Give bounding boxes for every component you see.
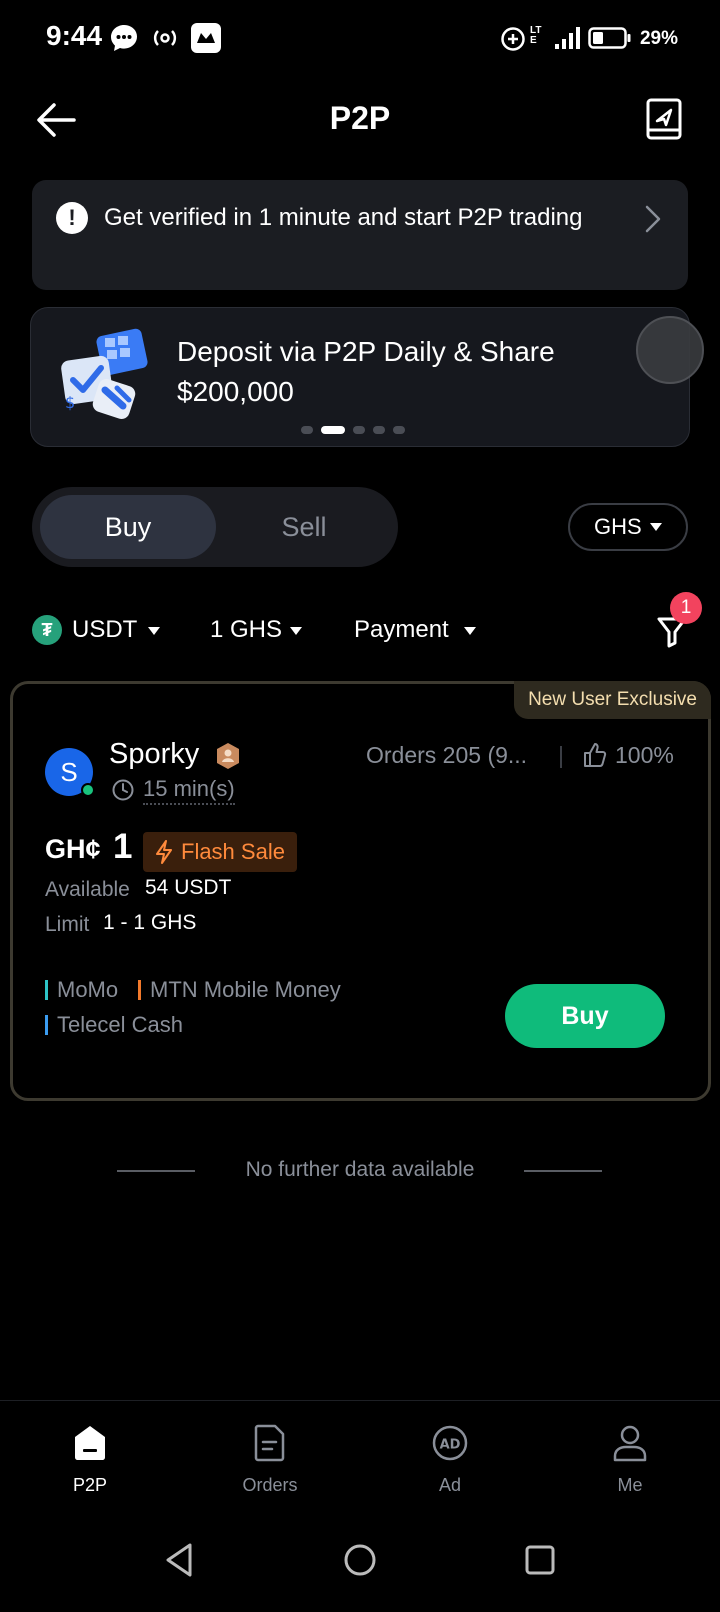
carousel-dot — [353, 426, 365, 434]
amount-filter[interactable]: 1 GHS — [210, 608, 310, 652]
nav-label: Ad — [438, 1475, 462, 1495]
nav-label: Me — [617, 1475, 643, 1495]
merchant-badge-icon — [217, 743, 239, 769]
carousel-indicator — [301, 426, 405, 434]
battery-percent: 29% — [639, 28, 678, 49]
ad-icon: AD — [432, 1425, 468, 1461]
signal-icon — [555, 27, 580, 49]
carousel-dot-active — [321, 426, 345, 434]
chevron-right-icon — [645, 205, 661, 233]
data-saver-icon — [501, 27, 525, 51]
promo-cards-illustration: $ — [61, 328, 148, 419]
available-value: 54 USDT — [145, 876, 232, 899]
price-value: 1 — [113, 827, 133, 866]
caret-down-icon — [464, 627, 476, 635]
verification-text: Get verified in 1 minute and start P2P t… — [104, 204, 583, 231]
carousel-dot — [373, 426, 385, 434]
flash-sale-tag: Flash Sale — [143, 832, 297, 872]
orders-count: Orders 205 (9... — [366, 742, 528, 768]
filter-count-badge: 1 — [670, 592, 702, 624]
verification-banner[interactable]: ! Get verified in 1 minute and start P2P… — [32, 180, 688, 290]
back-triangle-icon[interactable] — [160, 1540, 200, 1580]
payment-method-telecel: Telecel Cash — [45, 1012, 183, 1038]
divider-line — [524, 1170, 602, 1172]
nav-item-ad[interactable]: AD Ad — [390, 1423, 510, 1503]
promo-text: Deposit via P2P Daily & Share $200,000 — [177, 336, 555, 407]
flash-sale-label: Flash Sale — [181, 839, 285, 864]
page-title: P2P — [329, 100, 391, 136]
offer-card: New User Exclusive S Sporky 15 min(s) Or… — [10, 681, 711, 1101]
thumbs-up-icon — [584, 743, 607, 767]
alert-icon: ! — [56, 202, 88, 234]
network-type: LTE — [530, 25, 542, 46]
payment-method-mtn: MTN Mobile Money — [138, 977, 341, 1003]
svg-text:AD: AD — [440, 1438, 461, 1453]
stat-divider — [560, 746, 562, 768]
fiat-currency-value: GHS — [594, 514, 642, 539]
hotspot-icon — [153, 30, 177, 46]
home-circle-icon[interactable] — [340, 1540, 380, 1580]
svg-text:$: $ — [65, 393, 75, 412]
status-bar: 9:44 LTE 29% — [0, 0, 720, 78]
trade-side-toggle: Buy Sell — [32, 487, 398, 567]
nav-label: P2P — [72, 1475, 108, 1495]
home-icon — [75, 1426, 105, 1460]
caret-down-icon — [290, 627, 302, 635]
tab-buy[interactable]: Buy — [40, 495, 216, 559]
limit-value: 1 - 1 GHS — [103, 911, 197, 934]
carousel-dot — [393, 426, 405, 434]
available-label: Available — [45, 878, 130, 901]
filter-row: ₮ USDT 1 GHS Payment — [0, 608, 720, 652]
new-user-exclusive-tag: New User Exclusive — [514, 681, 711, 719]
nav-label: Orders — [242, 1475, 298, 1495]
battery-icon — [588, 27, 631, 49]
payment-filter-value: Payment — [354, 616, 449, 643]
guide-button[interactable] — [644, 96, 684, 144]
tether-icon: ₮ — [32, 615, 62, 645]
completion-rate: 100% — [615, 742, 674, 768]
no-further-data: No further data available — [0, 1150, 720, 1190]
response-time: 15 min(s) — [143, 776, 235, 805]
tab-sell[interactable]: Sell — [216, 495, 392, 559]
nav-item-me[interactable]: Me — [570, 1423, 690, 1503]
payment-filter[interactable]: Payment — [354, 608, 484, 652]
lightning-icon — [156, 840, 172, 864]
recents-square-icon[interactable] — [520, 1540, 560, 1580]
fiat-currency-select[interactable]: GHS — [568, 503, 688, 551]
clock-icon — [112, 779, 134, 801]
limit-label: Limit — [45, 913, 90, 936]
amount-filter-value: 1 GHS — [210, 616, 283, 643]
header: P2P — [0, 90, 720, 150]
system-navigation-bar — [0, 1540, 720, 1590]
carousel-dot — [301, 426, 313, 434]
floating-assist-bubble[interactable] — [636, 316, 704, 384]
nav-item-p2p[interactable]: P2P — [30, 1423, 150, 1503]
no-further-data-text: No further data available — [245, 1158, 475, 1181]
nav-item-orders[interactable]: Orders — [210, 1423, 330, 1503]
merchant-name[interactable]: Sporky — [109, 738, 199, 771]
bottom-nav: P2P Orders AD Ad Me — [0, 1400, 720, 1510]
status-time: 9:44 — [46, 20, 103, 51]
guide-book-icon — [646, 98, 682, 140]
caret-down-icon — [650, 523, 662, 531]
document-icon — [254, 1424, 285, 1462]
game-app-icon — [191, 23, 221, 53]
person-icon — [613, 1425, 647, 1462]
crypto-filter-value: USDT — [72, 616, 138, 643]
chat-bubble-icon — [111, 25, 137, 51]
crypto-filter[interactable]: ₮ USDT — [32, 608, 162, 652]
price-currency: GH¢ — [45, 834, 101, 864]
caret-down-icon — [148, 627, 160, 635]
buy-button[interactable]: Buy — [505, 984, 665, 1048]
promo-banner[interactable]: $ Deposit via P2P Daily & Share $200,000 — [30, 307, 690, 447]
online-status-dot — [81, 783, 95, 797]
payment-method-momo: MoMo — [45, 977, 118, 1003]
